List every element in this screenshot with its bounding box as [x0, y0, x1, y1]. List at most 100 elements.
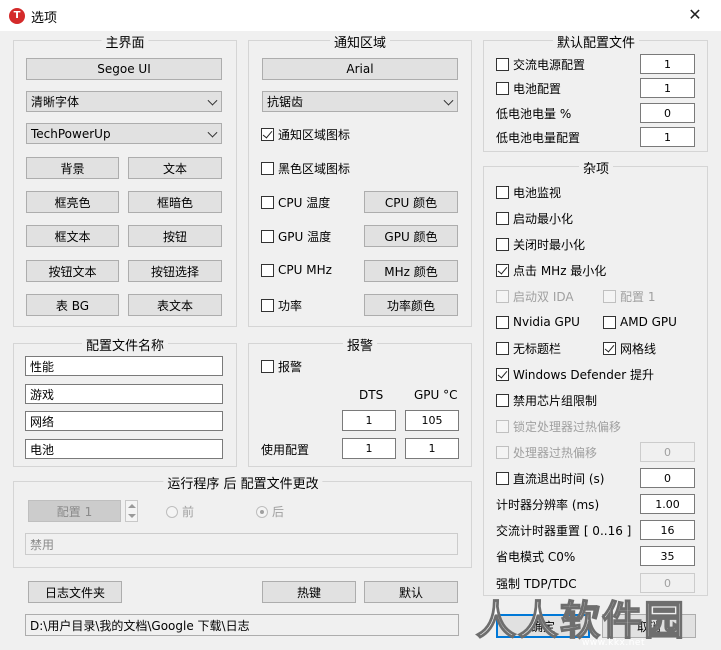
- spin-down-icon: [128, 514, 136, 518]
- render-mode-select[interactable]: 清晰字体: [26, 91, 222, 112]
- profile-name-input[interactable]: 电池: [25, 439, 223, 459]
- main-ui-group: [13, 40, 237, 327]
- checkbox-icon: [496, 420, 509, 433]
- profile-name-input[interactable]: 网络: [25, 411, 223, 431]
- before-label: 前: [182, 505, 195, 519]
- after-radio[interactable]: 后: [256, 503, 284, 520]
- click-mhz-minimize-checkbox[interactable]: 点击 MHz 最小化: [496, 262, 606, 279]
- default-profile-title: 默认配置文件: [552, 32, 640, 51]
- power-save-input[interactable]: 35: [640, 546, 695, 566]
- button-text-button[interactable]: 按钮文本: [26, 260, 119, 282]
- gpu-header: GPU °C: [414, 388, 458, 402]
- low-battery-profile-input[interactable]: 1: [640, 127, 695, 147]
- cpu-offset-input[interactable]: 0: [640, 442, 695, 462]
- profile-names-title: 配置文件名称: [81, 335, 169, 354]
- use-profile-gpu-input[interactable]: 1: [405, 438, 459, 459]
- frame-text-button[interactable]: 框文本: [26, 225, 119, 247]
- profile1-checkbox[interactable]: 配置 1: [603, 288, 655, 305]
- gridlines-checkbox[interactable]: 网格线: [603, 340, 656, 357]
- ac-profile-label: 交流电源配置: [513, 58, 586, 72]
- low-battery-input[interactable]: 0: [640, 103, 695, 123]
- checkbox-checked-icon: [496, 368, 509, 381]
- cpu-color-button[interactable]: CPU 颜色: [364, 191, 458, 213]
- button-color-button[interactable]: 按钮: [128, 225, 222, 247]
- no-titlebar-checkbox[interactable]: 无标题栏: [496, 340, 561, 357]
- antialias-select[interactable]: 抗锯齿: [262, 91, 458, 112]
- power-label: 功率: [278, 299, 303, 313]
- table-text-button[interactable]: 表文本: [128, 294, 222, 316]
- alarm-checkbox[interactable]: 报警: [261, 358, 302, 375]
- dc-exit-input[interactable]: 0: [640, 468, 695, 488]
- power-color-button[interactable]: 功率颜色: [364, 294, 458, 316]
- checkbox-icon: [496, 315, 509, 329]
- battery-profile-checkbox[interactable]: 电池配置: [496, 80, 561, 97]
- hotkeys-button[interactable]: 热键: [262, 581, 356, 603]
- ac-profile-checkbox[interactable]: 交流电源配置: [496, 56, 585, 73]
- no-titlebar-label: 无标题栏: [513, 342, 562, 356]
- main-font-button[interactable]: Segoe UI: [26, 58, 222, 80]
- start-minimized-checkbox[interactable]: 启动最小化: [496, 210, 573, 227]
- profile-spinner[interactable]: [125, 500, 138, 522]
- cpu-offset-checkbox[interactable]: 处理器过热偏移: [496, 444, 597, 461]
- run-program-path-field[interactable]: 禁用: [25, 533, 458, 555]
- nvidia-gpu-label: Nvidia GPU: [513, 315, 580, 329]
- tray-font-button[interactable]: Arial: [262, 58, 458, 80]
- checkbox-icon: [496, 58, 509, 71]
- log-folder-button[interactable]: 日志文件夹: [28, 581, 122, 603]
- app-logo-icon: T: [9, 8, 25, 24]
- checkbox-icon: [496, 472, 509, 485]
- cpu-mhz-label: CPU MHz: [278, 263, 332, 277]
- battery-monitor-label: 电池监视: [513, 186, 562, 200]
- cpu-temp-checkbox[interactable]: CPU 温度: [261, 194, 330, 211]
- mhz-color-button[interactable]: MHz 颜色: [364, 260, 458, 282]
- background-color-button[interactable]: 背景: [26, 157, 119, 179]
- run-profile-button[interactable]: 配置 1: [28, 500, 121, 522]
- checkbox-icon: [496, 212, 509, 225]
- start-ida-checkbox[interactable]: 启动双 IDA: [496, 288, 574, 305]
- battery-profile-input[interactable]: 1: [640, 78, 695, 98]
- chipset-limit-checkbox[interactable]: 禁用芯片组限制: [496, 392, 597, 409]
- cpu-mhz-checkbox[interactable]: CPU MHz: [261, 263, 332, 277]
- window-title: 选项: [31, 11, 58, 26]
- theme-select[interactable]: TechPowerUp: [26, 123, 222, 144]
- ac-timer-input[interactable]: 16: [640, 520, 695, 540]
- windows-defender-checkbox[interactable]: Windows Defender 提升: [496, 366, 654, 383]
- alarm-dts-input[interactable]: 1: [342, 410, 396, 431]
- amd-gpu-checkbox[interactable]: AMD GPU: [603, 315, 677, 329]
- start-minimized-label: 启动最小化: [513, 212, 574, 226]
- theme-value: TechPowerUp: [31, 126, 111, 141]
- cpu-offset-label: 处理器过热偏移: [513, 446, 598, 460]
- close-minimized-checkbox[interactable]: 关闭时最小化: [496, 236, 585, 253]
- ac-profile-input[interactable]: 1: [640, 54, 695, 74]
- dc-exit-checkbox[interactable]: 直流退出时间 (s): [496, 470, 604, 487]
- frame-dark-button[interactable]: 框暗色: [128, 191, 222, 213]
- nvidia-gpu-checkbox[interactable]: Nvidia GPU: [496, 315, 580, 329]
- timer-res-input[interactable]: 1.00: [640, 494, 695, 514]
- spin-up-icon: [128, 504, 136, 508]
- profile-name-input[interactable]: 性能: [25, 356, 223, 376]
- power-checkbox[interactable]: 功率: [261, 297, 302, 314]
- use-profile-dts-input[interactable]: 1: [342, 438, 396, 459]
- close-icon[interactable]: ✕: [683, 4, 707, 26]
- before-radio[interactable]: 前: [166, 503, 194, 520]
- log-path-field[interactable]: D:\用户目录\我的文档\Google 下载\日志: [25, 614, 459, 636]
- profile-name-input[interactable]: 游戏: [25, 384, 223, 404]
- default-button[interactable]: 默认: [364, 581, 458, 603]
- battery-monitor-checkbox[interactable]: 电池监视: [496, 184, 561, 201]
- button-select-button[interactable]: 按钮选择: [128, 260, 222, 282]
- gpu-temp-checkbox[interactable]: GPU 温度: [261, 228, 331, 245]
- gpu-color-button[interactable]: GPU 颜色: [364, 225, 458, 247]
- title-bar: [0, 0, 721, 31]
- table-bg-button[interactable]: 表 BG: [26, 294, 119, 316]
- black-icon-checkbox[interactable]: 黑色区域图标: [261, 160, 350, 177]
- alarm-gpu-input[interactable]: 105: [405, 410, 459, 431]
- tray-icon-checkbox[interactable]: 通知区域图标: [261, 126, 350, 143]
- chevron-down-icon: [443, 95, 454, 106]
- radio-icon: [166, 505, 178, 518]
- text-color-button[interactable]: 文本: [128, 157, 222, 179]
- lock-offset-checkbox[interactable]: 锁定处理器过热偏移: [496, 418, 621, 435]
- dts-header: DTS: [359, 388, 384, 402]
- checkbox-icon: [261, 299, 274, 312]
- frame-light-button[interactable]: 框亮色: [26, 191, 119, 213]
- battery-profile-label: 电池配置: [513, 82, 562, 96]
